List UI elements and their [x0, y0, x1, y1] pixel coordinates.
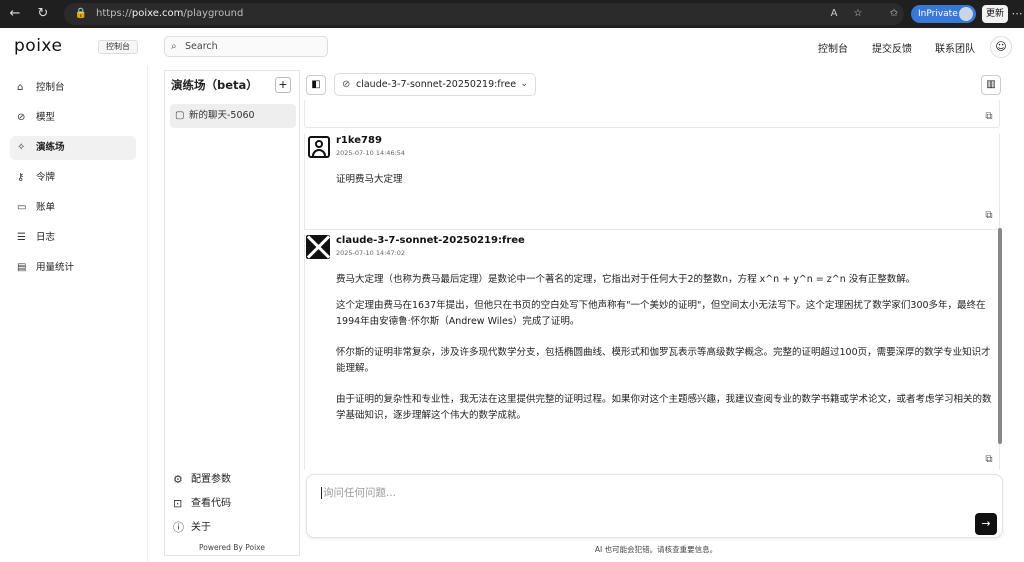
- logo[interactable]: poixe: [14, 36, 62, 56]
- sparkle-icon: ✧: [17, 142, 26, 153]
- chat-input[interactable]: 询问任何问题... →: [306, 474, 1003, 538]
- app-header: poixe 控制台 ⌕ Search 控制台 提交反馈 联系团队 ☺: [0, 28, 1024, 66]
- message-list[interactable]: ⧉ r1ke789 2025-07-10 14:46:54 证明费马大定理 ⧉ …: [304, 100, 1004, 470]
- code-icon: ⊡: [173, 497, 183, 510]
- playground-panel: 演练场（beta） + ▢ 新的聊天-5060 ⚙ 配置参数 ⊡ 查看代码 ⓘ …: [164, 70, 300, 556]
- header-link-contact[interactable]: 联系团队: [935, 40, 975, 55]
- message-card: ⧉: [304, 100, 1000, 128]
- search-input[interactable]: ⌕ Search: [164, 36, 328, 57]
- toggle-sidebar-button[interactable]: ◧: [306, 75, 326, 95]
- sidebar-item-logs[interactable]: ☰ 日志: [10, 226, 136, 250]
- browser-toolbar: ← ↻ 🔒 https://poixe.com/playground A ☆ ✩…: [0, 0, 1024, 28]
- lock-icon[interactable]: 🔒: [74, 7, 88, 21]
- home-icon: ⌂: [17, 82, 24, 93]
- view-code-button[interactable]: ⊡ 查看代码: [173, 495, 293, 513]
- key-icon: ⚷: [17, 172, 25, 183]
- chat-input-placeholder: 询问任何问题...: [323, 487, 397, 499]
- model-icon: ⊘: [342, 79, 351, 90]
- about-button[interactable]: ⓘ 关于: [173, 519, 293, 537]
- search-placeholder: Search: [185, 41, 218, 52]
- user-account-icon[interactable]: ☺: [990, 36, 1012, 58]
- refresh-icon[interactable]: ↻: [34, 5, 52, 23]
- url-text: https://poixe.com/playground: [96, 8, 244, 19]
- message-card: ⧉: [304, 234, 1000, 470]
- address-bar[interactable]: 🔒 https://poixe.com/playground A ☆ ✩: [64, 3, 904, 25]
- copy-icon[interactable]: ⧉: [981, 208, 997, 224]
- config-params-button[interactable]: ⚙ 配置参数: [173, 471, 293, 489]
- copy-icon[interactable]: ⧉: [981, 452, 997, 468]
- columns-icon: ▥: [986, 79, 996, 90]
- text-cursor: [321, 487, 322, 499]
- info-icon: ⓘ: [173, 521, 184, 534]
- gear-icon: ⚙: [173, 473, 183, 486]
- inprivate-badge[interactable]: InPrivate: [911, 5, 976, 23]
- model-selector[interactable]: ⊘ claude-3-7-sonnet-20250219:free ⌄: [334, 73, 536, 96]
- sidebar-item-usage[interactable]: ▤ 用量统计: [10, 256, 136, 280]
- powered-by: Powered By Poixe: [199, 543, 265, 552]
- sidebar-toggle-icon: ◧: [311, 79, 321, 90]
- sidebar-item-console[interactable]: ⌂ 控制台: [10, 76, 136, 100]
- plus-icon: +: [278, 78, 288, 91]
- model-icon: ⊘: [17, 112, 26, 123]
- header-link-feedback[interactable]: 提交反馈: [872, 40, 912, 55]
- model-selector-label: claude-3-7-sonnet-20250219:free: [356, 79, 517, 90]
- update-button[interactable]: 更新: [982, 5, 1008, 23]
- more-menu-icon[interactable]: ⋯: [1010, 5, 1024, 23]
- disclaimer: AI 也可能会犯错。请核查重要信息。: [594, 545, 718, 554]
- search-icon: ⌕: [171, 41, 177, 52]
- favorites-list-icon[interactable]: ✩: [886, 6, 902, 22]
- send-button[interactable]: →: [975, 513, 997, 535]
- header-link-console[interactable]: 控制台: [818, 40, 848, 55]
- chart-icon: ▤: [17, 262, 27, 273]
- chat-bubble-icon: ▢: [175, 110, 185, 121]
- list-icon: ☰: [17, 232, 26, 243]
- favorite-star-icon[interactable]: ☆: [850, 6, 866, 22]
- sidebar-item-playground[interactable]: ✧ 演练场: [10, 136, 136, 160]
- chat-area: ◧ ⊘ claude-3-7-sonnet-20250219:free ⌄ ▥ …: [304, 70, 1008, 556]
- card-icon: ▭: [17, 202, 27, 213]
- back-icon[interactable]: ←: [6, 5, 24, 23]
- chat-list-item[interactable]: ▢ 新的聊天-5060: [170, 104, 296, 128]
- scrollbar[interactable]: [998, 228, 1002, 444]
- playground-title: 演练场（beta）: [171, 78, 258, 92]
- copy-icon[interactable]: ⧉: [981, 109, 997, 125]
- sidebar-item-tokens[interactable]: ⚷ 令牌: [10, 166, 136, 190]
- inprivate-label: InPrivate: [918, 9, 958, 19]
- console-tag: 控制台: [98, 40, 138, 54]
- sidebar-item-billing[interactable]: ▭ 账单: [10, 196, 136, 220]
- chat-topbar: ◧ ⊘ claude-3-7-sonnet-20250219:free ⌄ ▥: [304, 70, 1008, 100]
- new-chat-button[interactable]: +: [275, 77, 291, 93]
- arrow-right-icon: →: [981, 517, 991, 530]
- profile-avatar: [959, 7, 973, 21]
- message-card: ⧉: [304, 134, 1000, 230]
- toggle-panel-button[interactable]: ▥: [981, 75, 1001, 95]
- chevron-down-icon: ⌄: [520, 79, 528, 89]
- read-aloud-icon[interactable]: A: [826, 6, 842, 22]
- sidebar-item-models[interactable]: ⊘ 模型: [10, 106, 136, 130]
- sidebar: ⌂ 控制台 ⊘ 模型 ✧ 演练场 ⚷ 令牌 ▭ 账单 ☰ 日志 ▤ 用量统计: [0, 66, 148, 562]
